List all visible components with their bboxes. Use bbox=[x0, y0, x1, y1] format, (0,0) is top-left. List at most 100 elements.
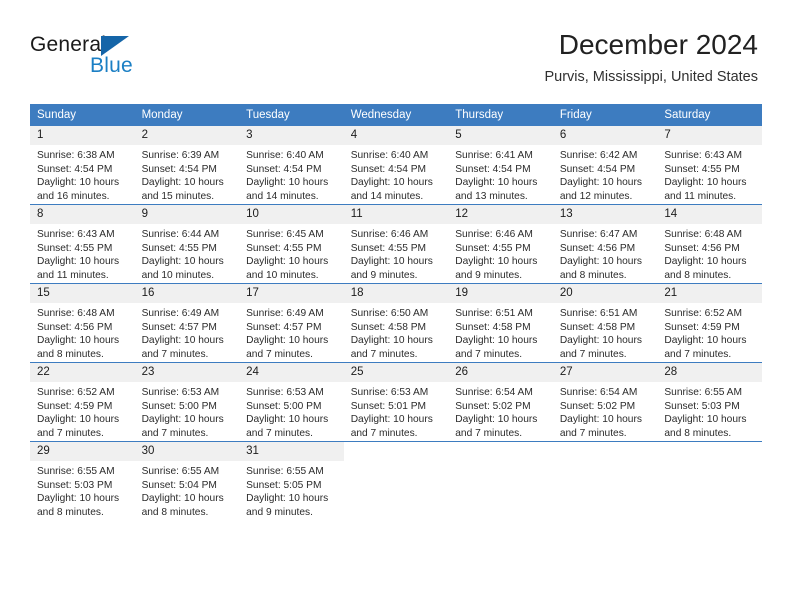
day-sunrise-line: Sunrise: 6:40 AM bbox=[350, 150, 429, 161]
calendar-day-cell[interactable]: 4 Sunrise: 6:40 AM Sunset: 4:54 PM Daylight… bbox=[343, 126, 449, 205]
day-number: 3 bbox=[239, 126, 344, 145]
calendar-day-cell[interactable]: 27 Sunrise: 6:54 AM Sunset: 5:02 PM Dayligh… bbox=[552, 362, 658, 442]
day-sunset-line: Sunset: 4:56 PM bbox=[559, 242, 636, 254]
day-sunset-line: Sunset: 4:58 PM bbox=[559, 321, 636, 333]
calendar-day-cell[interactable]: 10 Sunrise: 6:45 AM Sunset: 4:55 PM Dayligh… bbox=[239, 204, 344, 284]
calendar-day-cell[interactable]: 25 Sunrise: 6:53 AM Sunset: 5:01 PM Dayligh… bbox=[343, 362, 449, 442]
calendar-day-cell[interactable]: 13 Sunrise: 6:47 AM Sunset: 4:56 PM Dayligh… bbox=[552, 204, 658, 284]
calendar-day-cell[interactable]: 29 Sunrise: 6:55 AM Sunset: 5:03 PM Dayligh… bbox=[30, 441, 135, 520]
day-sunset-line: Sunset: 4:56 PM bbox=[37, 321, 113, 333]
calendar-day-cell[interactable]: 5 Sunrise: 6:41 AM Sunset: 4:54 PM Daylight… bbox=[448, 126, 553, 205]
calendar-day-cell[interactable]: 3 Sunrise: 6:40 AM Sunset: 4:54 PM Daylight… bbox=[239, 126, 344, 205]
day-number bbox=[657, 442, 762, 461]
weekday-header-friday: Friday bbox=[552, 104, 658, 126]
day-daylight-line: Daylight: 10 hours bbox=[246, 177, 329, 189]
day-sun-info: Sunrise: 6:48 AM Sunset: 4:56 PM Daylight:… bbox=[30, 303, 135, 361]
day-sun-info: Sunrise: 6:54 AM Sunset: 5:02 PM Daylight:… bbox=[448, 382, 553, 440]
day-daylight-line: Daylight: 10 hours bbox=[664, 335, 747, 347]
day-sun-info: Sunrise: 6:55 AM Sunset: 5:04 PM Daylight:… bbox=[135, 461, 240, 519]
day-number: 8 bbox=[30, 205, 135, 224]
day-number: 1 bbox=[30, 126, 135, 145]
day-sunrise-line: Sunrise: 6:48 AM bbox=[37, 308, 115, 319]
day-daylight-line: Daylight: 10 hours bbox=[559, 414, 642, 426]
day-daylight-line: Daylight: 10 hours bbox=[141, 256, 224, 268]
calendar-day-cell[interactable]: 9 Sunrise: 6:44 AM Sunset: 4:55 PM Daylight… bbox=[134, 204, 240, 284]
day-sunset-line: Sunset: 4:54 PM bbox=[246, 163, 322, 175]
calendar-day-cell[interactable]: 8 Sunrise: 6:43 AM Sunset: 4:55 PM Daylight… bbox=[30, 204, 135, 284]
day-daylight-line: and 7 minutes. bbox=[350, 427, 418, 439]
day-sunrise-line: Sunrise: 6:46 AM bbox=[455, 229, 533, 240]
day-sunrise-line: Sunrise: 6:41 AM bbox=[455, 150, 533, 161]
calendar-day-cell[interactable]: 2 Sunrise: 6:39 AM Sunset: 4:54 PM Daylight… bbox=[134, 126, 240, 205]
day-daylight-line: and 7 minutes. bbox=[455, 348, 523, 360]
general-blue-logo[interactable]: General Blue bbox=[30, 33, 210, 81]
calendar-day-cell[interactable]: 18 Sunrise: 6:50 AM Sunset: 4:58 PM Dayligh… bbox=[343, 283, 449, 363]
title-block: December 2024 Purvis, Mississippi, Unite… bbox=[544, 28, 758, 86]
day-number: 12 bbox=[448, 205, 553, 224]
day-sunrise-line: Sunrise: 6:52 AM bbox=[37, 387, 115, 398]
day-daylight-line: and 11 minutes. bbox=[664, 190, 737, 202]
day-sunrise-line: Sunrise: 6:38 AM bbox=[37, 150, 115, 161]
calendar-day-cell[interactable]: 26 Sunrise: 6:54 AM Sunset: 5:02 PM Dayligh… bbox=[448, 362, 553, 442]
day-sunset-line: Sunset: 5:05 PM bbox=[246, 479, 322, 491]
day-daylight-line: Daylight: 10 hours bbox=[37, 335, 120, 347]
day-daylight-line: and 7 minutes. bbox=[664, 348, 732, 360]
day-sunset-line: Sunset: 4:54 PM bbox=[455, 163, 531, 175]
day-sun-info: Sunrise: 6:50 AM Sunset: 4:58 PM Daylight:… bbox=[344, 303, 449, 361]
calendar-day-cell[interactable]: 22 Sunrise: 6:52 AM Sunset: 4:59 PM Dayligh… bbox=[30, 362, 135, 442]
calendar-header-row: Sunday Monday Tuesday Wednesday Thursday… bbox=[30, 104, 762, 126]
day-sunrise-line: Sunrise: 6:47 AM bbox=[559, 229, 638, 240]
day-daylight-line: Daylight: 10 hours bbox=[455, 414, 538, 426]
calendar-day-cell[interactable]: 12 Sunrise: 6:46 AM Sunset: 4:55 PM Dayligh… bbox=[448, 204, 553, 284]
calendar-day-cell[interactable]: 19 Sunrise: 6:51 AM Sunset: 4:58 PM Dayligh… bbox=[448, 283, 553, 363]
day-daylight-line: Daylight: 10 hours bbox=[37, 414, 120, 426]
day-sunrise-line: Sunrise: 6:51 AM bbox=[559, 308, 638, 319]
day-sunrise-line: Sunrise: 6:44 AM bbox=[141, 229, 220, 240]
calendar-day-cell[interactable]: 21 Sunrise: 6:52 AM Sunset: 4:59 PM Dayligh… bbox=[657, 283, 762, 363]
day-daylight-line: and 9 minutes. bbox=[455, 269, 523, 281]
calendar-day-cell[interactable]: 16 Sunrise: 6:49 AM Sunset: 4:57 PM Dayligh… bbox=[134, 283, 240, 363]
day-sunset-line: Sunset: 4:55 PM bbox=[246, 242, 322, 254]
day-daylight-line: Daylight: 10 hours bbox=[455, 335, 538, 347]
day-number: 5 bbox=[448, 126, 553, 145]
day-sunrise-line: Sunrise: 6:51 AM bbox=[455, 308, 533, 319]
day-sunset-line: Sunset: 4:58 PM bbox=[455, 321, 531, 333]
day-sunset-line: Sunset: 4:57 PM bbox=[246, 321, 322, 333]
calendar-day-cell[interactable]: 11 Sunrise: 6:46 AM Sunset: 4:55 PM Dayligh… bbox=[343, 204, 449, 284]
day-sun-info: Sunrise: 6:40 AM Sunset: 4:54 PM Daylight:… bbox=[239, 145, 344, 203]
day-daylight-line: Daylight: 10 hours bbox=[559, 256, 642, 268]
calendar-day-cell[interactable]: 23 Sunrise: 6:53 AM Sunset: 5:00 PM Dayligh… bbox=[134, 362, 240, 442]
day-sun-info: Sunrise: 6:44 AM Sunset: 4:55 PM Daylight:… bbox=[135, 224, 240, 282]
day-daylight-line: and 7 minutes. bbox=[455, 427, 523, 439]
calendar-cell-empty bbox=[657, 441, 762, 520]
calendar-day-cell[interactable]: 6 Sunrise: 6:42 AM Sunset: 4:54 PM Daylight… bbox=[552, 126, 658, 205]
day-daylight-line: and 8 minutes. bbox=[664, 269, 732, 281]
day-sunset-line: Sunset: 5:03 PM bbox=[37, 479, 113, 491]
calendar-day-cell[interactable]: 14 Sunrise: 6:48 AM Sunset: 4:56 PM Dayligh… bbox=[657, 204, 762, 284]
calendar-week-row: 8 Sunrise: 6:43 AM Sunset: 4:55 PM Daylight… bbox=[30, 204, 762, 284]
day-daylight-line: Daylight: 10 hours bbox=[664, 414, 747, 426]
day-sun-info: Sunrise: 6:48 AM Sunset: 4:56 PM Daylight:… bbox=[657, 224, 762, 282]
day-sun-info: Sunrise: 6:46 AM Sunset: 4:55 PM Daylight:… bbox=[344, 224, 449, 282]
day-number: 28 bbox=[657, 363, 762, 382]
calendar-day-cell[interactable]: 28 Sunrise: 6:55 AM Sunset: 5:03 PM Dayligh… bbox=[657, 362, 762, 442]
day-sunrise-line: Sunrise: 6:49 AM bbox=[246, 308, 324, 319]
day-sunrise-line: Sunrise: 6:42 AM bbox=[559, 150, 638, 161]
calendar-day-cell[interactable]: 20 Sunrise: 6:51 AM Sunset: 4:58 PM Dayligh… bbox=[552, 283, 658, 363]
calendar-day-cell[interactable]: 7 Sunrise: 6:43 AM Sunset: 4:55 PM Daylight… bbox=[657, 126, 762, 205]
calendar-day-cell[interactable]: 15 Sunrise: 6:48 AM Sunset: 4:56 PM Dayligh… bbox=[30, 283, 135, 363]
calendar-day-cell[interactable]: 24 Sunrise: 6:53 AM Sunset: 5:00 PM Dayligh… bbox=[239, 362, 344, 442]
calendar-day-cell[interactable]: 30 Sunrise: 6:55 AM Sunset: 5:04 PM Dayligh… bbox=[134, 441, 240, 520]
day-sun-info: Sunrise: 6:55 AM Sunset: 5:03 PM Daylight:… bbox=[657, 382, 762, 440]
day-sunset-line: Sunset: 4:56 PM bbox=[664, 242, 740, 254]
day-number: 25 bbox=[343, 363, 449, 382]
day-daylight-line: and 14 minutes. bbox=[350, 190, 424, 202]
calendar-day-cell[interactable]: 17 Sunrise: 6:49 AM Sunset: 4:57 PM Dayligh… bbox=[239, 283, 344, 363]
day-sunset-line: Sunset: 4:54 PM bbox=[141, 163, 217, 175]
day-daylight-line: and 8 minutes. bbox=[37, 506, 104, 518]
day-number: 23 bbox=[134, 363, 240, 382]
day-sun-info: Sunrise: 6:55 AM Sunset: 5:03 PM Daylight:… bbox=[30, 461, 135, 519]
day-sunset-line: Sunset: 5:00 PM bbox=[141, 400, 217, 412]
calendar-day-cell[interactable]: 1 Sunrise: 6:38 AM Sunset: 4:54 PM Daylight… bbox=[30, 126, 135, 205]
calendar-day-cell[interactable]: 31 Sunrise: 6:55 AM Sunset: 5:05 PM Dayligh… bbox=[239, 441, 344, 520]
